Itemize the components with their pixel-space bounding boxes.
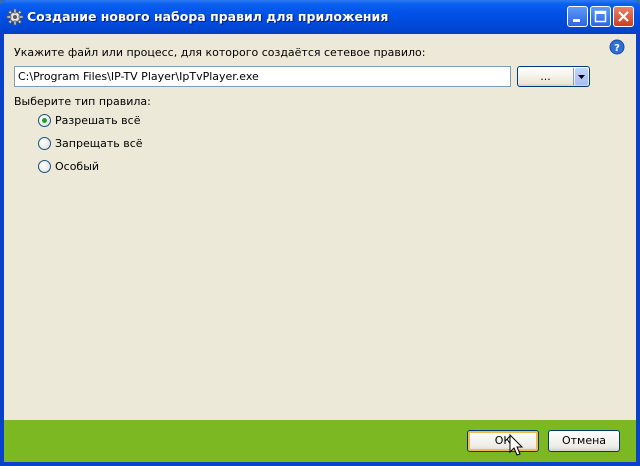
chevron-down-icon — [578, 75, 585, 79]
maximize-button[interactable] — [590, 6, 611, 27]
svg-text:?: ? — [614, 43, 620, 54]
browse-dropdown[interactable] — [575, 68, 588, 85]
dialog-body: ? Укажите файл или процесс, для которого… — [4, 34, 636, 462]
title-bar[interactable]: Создание нового набора правил для прилож… — [0, 0, 640, 34]
minimize-icon — [573, 19, 580, 22]
dialog-footer: ОК Отмена — [4, 420, 636, 462]
browse-separator — [573, 68, 574, 85]
radio-label: Запрещать всё — [55, 137, 143, 150]
dialog-window: Создание нового набора правил для прилож… — [0, 0, 640, 466]
radio-button[interactable] — [38, 137, 51, 150]
radio-button[interactable] — [38, 160, 51, 173]
window-title: Создание нового набора правил для прилож… — [27, 9, 389, 24]
radio-label: Разрешать всё — [55, 114, 141, 127]
maximize-icon — [594, 10, 607, 23]
mouse-pointer-icon — [509, 433, 525, 458]
file-prompt-label: Укажите файл или процесс, для которого с… — [14, 46, 426, 59]
close-icon — [618, 11, 629, 22]
gear-icon — [6, 8, 24, 26]
close-button[interactable] — [613, 6, 634, 27]
file-path-field[interactable]: C:\Program Files\IP-TV Player\IpTvPlayer… — [14, 66, 511, 87]
minimize-button[interactable] — [567, 6, 588, 27]
browse-label: ... — [540, 70, 551, 83]
radio-button[interactable] — [38, 114, 51, 127]
browse-button[interactable]: ... — [517, 66, 590, 87]
ok-button[interactable]: ОК — [467, 430, 539, 452]
radio-label: Особый — [55, 160, 100, 173]
rule-type-label: Выберите тип правила: — [14, 95, 151, 108]
help-icon[interactable]: ? — [609, 39, 625, 55]
cancel-button[interactable]: Отмена — [548, 430, 620, 452]
